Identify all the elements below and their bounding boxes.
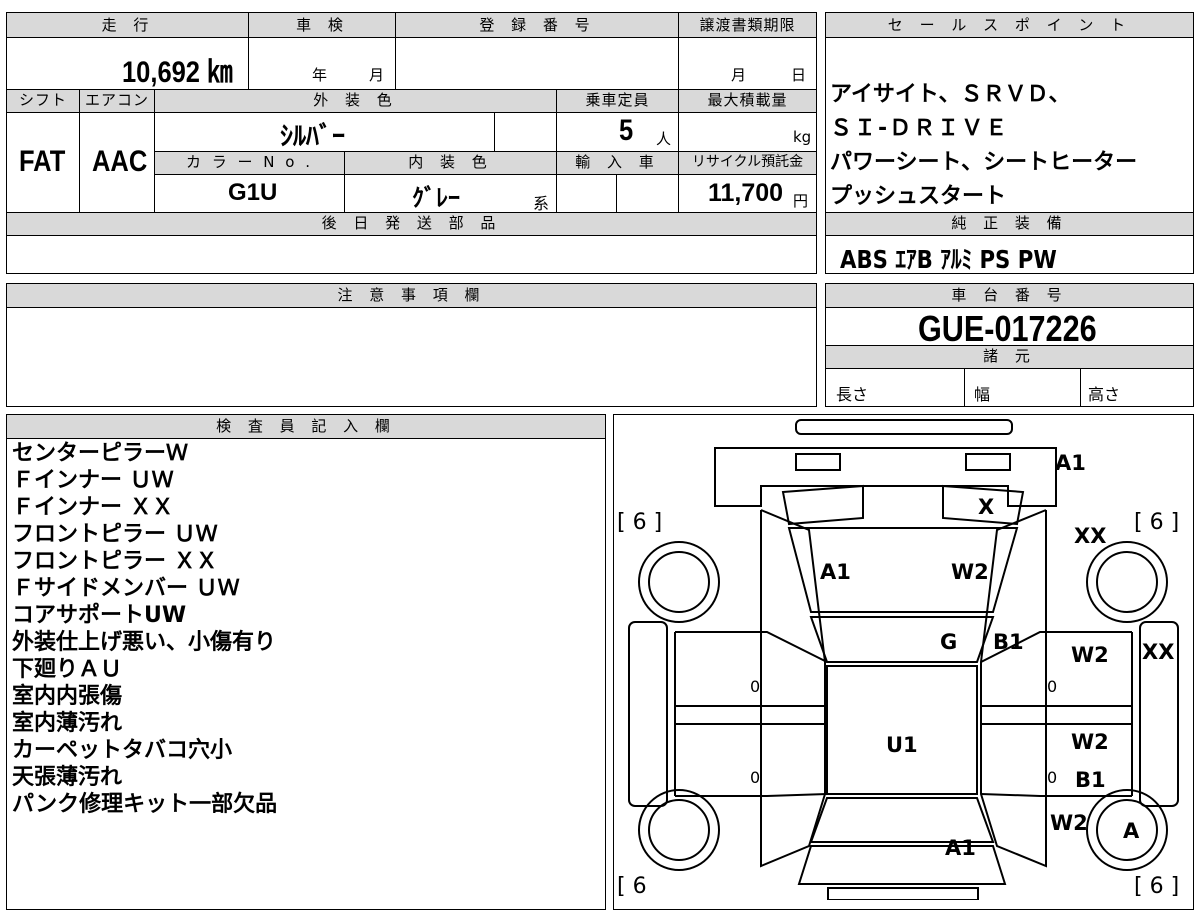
mark-u1-roof: U1 — [886, 733, 918, 757]
mark-a1-trunk: A1 — [945, 836, 976, 860]
inspector-note: 室内薄汚れ — [12, 711, 123, 736]
header-specs: 諸 元 — [826, 346, 1193, 368]
tire-tread-left-front: [ 6 ] — [617, 510, 663, 535]
equipment-items: ABS ｴｱB ｱﾙﾐ PS PW — [840, 245, 1057, 274]
inspector-note: フロントピラー ＵＷ — [12, 522, 218, 547]
mark-zero-lf: 0 — [750, 677, 761, 696]
sales-point-line: ＳＩ-ＤＲＩＶＥ — [830, 116, 1010, 141]
load-unit: kg — [793, 128, 812, 146]
mark-a1-front: A1 — [1055, 451, 1086, 475]
shift-value: FAT — [19, 145, 66, 178]
header-aircon: エアコン — [80, 90, 154, 112]
deadline-day-unit: 日 — [791, 66, 807, 84]
inspector-note: フロントピラー ＸＸ — [12, 549, 218, 574]
header-equipment: 純 正 装 備 — [826, 213, 1193, 235]
sales-points-list: アイサイト、ＳＲＶＤ、 ＳＩ-ＤＲＩＶＥ パワーシート、シートヒーター プッシュ… — [830, 78, 1137, 214]
inspector-note: 室内内張傷 — [12, 684, 123, 709]
mark-w2-hood: W2 — [951, 560, 989, 584]
inspector-note: Ｆサイドメンバー ＵＷ — [12, 576, 240, 601]
mileage-value: 10,692 ㎞ — [122, 56, 233, 89]
header-recycle: リサイクル預託金 — [679, 152, 816, 174]
recycle-fee-value: 11,700 — [708, 179, 784, 207]
mark-g-windshield: G — [940, 630, 958, 654]
inspector-note: 天張薄汚れ — [12, 765, 123, 790]
header-exterior-color: 外 装 色 — [155, 90, 556, 112]
mark-w2-right-front: W2 — [1071, 643, 1109, 667]
mark-zero-rr: 0 — [1047, 768, 1058, 787]
inspector-note: コアサポートUW — [12, 603, 187, 628]
header-shift: シフト — [7, 90, 79, 112]
inspector-note: カーペットタバコ穴小 — [12, 738, 233, 763]
header-max-load: 最大積載量 — [679, 90, 816, 112]
tire-tread-left-rear: [ 6 — [617, 874, 647, 899]
sales-point-line: プッシュスタート — [830, 184, 1007, 209]
header-transfer-deadline: 譲渡書類期限 — [679, 13, 816, 37]
interior-color-value: ｸﾞﾚｰ — [412, 184, 460, 212]
header-mileage: 走 行 — [7, 13, 249, 37]
inspection-month-unit: 月 — [369, 66, 385, 84]
mark-b1-right-rear: B1 — [1075, 768, 1106, 792]
mark-x-mirror: X — [978, 495, 995, 519]
sales-point-line: アイサイト、ＳＲＶＤ、 — [830, 82, 1071, 107]
inspector-note: Ｆインナー ＵＷ — [12, 468, 174, 493]
mark-w2-rear-wheel: W2 — [1050, 811, 1088, 835]
inspector-note: 外装仕上げ悪い、小傷有り — [12, 630, 277, 655]
header-notes: 注 意 事 項 欄 — [7, 284, 816, 307]
capacity-value: 5 — [619, 114, 634, 147]
aircon-value: AAC — [92, 145, 148, 178]
mark-zero-rf: 0 — [1047, 677, 1058, 696]
interior-suffix: 系 — [533, 194, 550, 213]
mark-w2-right-rear: W2 — [1071, 730, 1109, 754]
header-capacity: 乗車定員 — [557, 90, 678, 112]
inspector-note: センターピラーＷ — [12, 441, 189, 466]
inspector-note: 下廻りＡＵ — [12, 657, 123, 682]
spec-length-label: 長さ — [836, 385, 869, 404]
spec-height-label: 高さ — [1088, 385, 1121, 404]
sales-point-line: パワーシート、シートヒーター — [830, 150, 1138, 175]
exterior-color-value: ｼﾙﾊﾞｰ — [280, 122, 346, 152]
recycle-unit: 円 — [793, 192, 809, 210]
header-import: 輸 入 車 — [557, 152, 678, 174]
header-chassis: 車 台 番 号 — [826, 284, 1193, 307]
chassis-number: GUE-017226 — [918, 308, 1097, 349]
inspection-year-unit: 年 — [312, 66, 328, 84]
header-interior-color: 内 装 色 — [345, 152, 556, 174]
mark-zero-lr: 0 — [750, 768, 761, 787]
mark-xx-right-side: XX — [1142, 640, 1175, 664]
mark-a1-hood: A1 — [820, 560, 851, 584]
color-no-value: G1U — [228, 179, 278, 206]
tire-tread-right-front: [ 6 ] — [1134, 510, 1180, 535]
mark-b1-pillar: B1 — [993, 630, 1024, 654]
spec-width-label: 幅 — [974, 385, 991, 404]
mark-xx-right: XX — [1074, 524, 1107, 548]
deadline-month-unit: 月 — [731, 66, 747, 84]
inspector-note: Ｆインナー ＸＸ — [12, 495, 174, 520]
header-inspection: 車 検 — [249, 13, 396, 37]
header-later-parts: 後 日 発 送 部 品 — [7, 213, 816, 235]
header-color-no: カ ラ ー N o . — [155, 152, 344, 174]
tire-tread-right-rear: [ 6 ] — [1134, 874, 1180, 899]
header-registration: 登 録 番 号 — [396, 13, 679, 37]
header-sales-points: セ ー ル ス ポ イ ン ト — [826, 13, 1193, 37]
capacity-unit: 人 — [656, 130, 672, 148]
inspector-notes: センターピラーＷ Ｆインナー ＵＷ Ｆインナー ＸＸ フロントピラー ＵＷ フロ… — [12, 440, 277, 818]
mark-a-rear-tire: A — [1123, 819, 1140, 843]
header-inspector: 検 査 員 記 入 欄 — [7, 415, 605, 438]
inspector-note: パンク修理キット一部欠品 — [12, 792, 278, 817]
